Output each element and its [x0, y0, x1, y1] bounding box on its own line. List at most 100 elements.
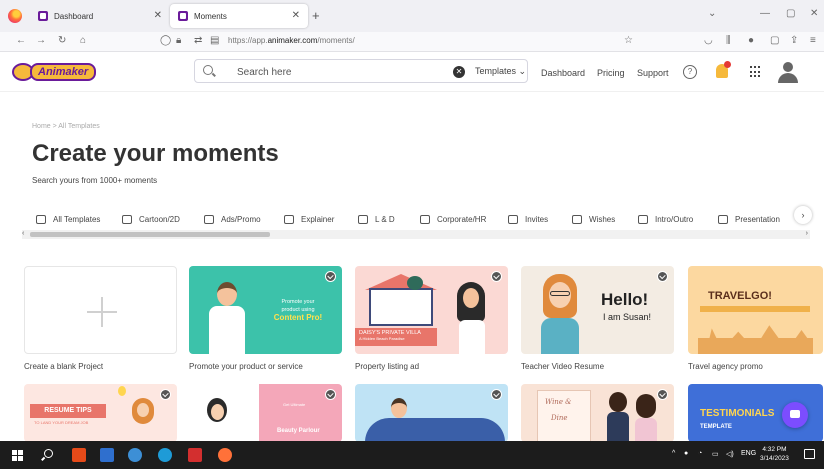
minimize-icon[interactable]: —	[760, 8, 770, 19]
clear-search-icon[interactable]: ✕	[453, 66, 465, 78]
windows-start-icon[interactable]	[12, 450, 23, 461]
share-icon[interactable]: ⇪	[790, 35, 798, 46]
thumb-title: RESUME TIPS	[30, 404, 106, 418]
template-card-property[interactable]: DAISY'S PRIVATE VILLA A Hidden Beach Par…	[355, 266, 508, 354]
card-label: Teacher Video Resume	[521, 362, 605, 371]
agent-illustration	[457, 282, 487, 354]
thumb-name-text: I am Susan!	[603, 312, 652, 322]
animaker-logo[interactable]: Animaker	[12, 62, 97, 82]
edge-browser-icon[interactable]	[128, 448, 142, 462]
tab-list-chevron-icon[interactable]: ⌄	[708, 8, 716, 19]
back-icon[interactable]: ←	[16, 35, 26, 46]
reader-icon[interactable]: ▤	[210, 35, 219, 46]
chip-intro-outro[interactable]: Intro/Outro	[638, 208, 693, 230]
reload-icon[interactable]: ↻	[58, 35, 66, 46]
instagram-icon	[638, 214, 648, 224]
url-field[interactable]: https://app.animaker.com/moments/	[228, 36, 355, 45]
close-window-icon[interactable]: ✕	[810, 8, 818, 19]
battery-icon[interactable]: ▭	[712, 450, 719, 458]
notification-bell-icon[interactable]	[716, 61, 731, 78]
firefox-taskbar-icon[interactable]	[218, 448, 232, 462]
bookmark-star-icon[interactable]: ☆	[624, 35, 633, 46]
chat-support-icon[interactable]	[782, 402, 808, 428]
menu-icon[interactable]: ≡	[810, 35, 816, 46]
select-check-icon[interactable]	[160, 389, 171, 400]
restore-icon[interactable]: ▢	[786, 8, 795, 19]
library-icon[interactable]: ⫼	[726, 35, 731, 46]
tab-close-icon[interactable]: ✕	[154, 10, 162, 21]
extensions-icon[interactable]: ▢	[770, 35, 779, 46]
tab-dashboard[interactable]: Dashboard ✕	[30, 4, 170, 28]
app-header: Animaker ✕ Templates ⌄ Dashboard Pricing…	[0, 52, 824, 92]
lock-icon[interactable]: 🔒︎	[176, 35, 181, 46]
network-icon[interactable]: ◔	[698, 450, 702, 457]
chip-l-and-d[interactable]: L & D	[358, 208, 395, 230]
search-input[interactable]	[237, 64, 437, 80]
woman-illustration	[132, 398, 154, 442]
forward-icon[interactable]: →	[36, 35, 46, 46]
thumb-hello-text: Hello!	[601, 290, 649, 309]
notification-center-icon[interactable]	[804, 449, 815, 459]
tray-app-icon[interactable]: ●	[684, 450, 688, 457]
nav-dashboard-link[interactable]: Dashboard	[541, 68, 585, 78]
template-card-resume-tips[interactable]: RESUME TIPS TO LAND YOUR DREAM JOB	[24, 384, 177, 442]
card-label: Travel agency promo	[688, 362, 763, 371]
help-icon[interactable]: ?	[683, 65, 697, 79]
scroll-right-icon[interactable]: ›	[806, 230, 808, 237]
logo-wordmark: Animaker	[30, 63, 97, 81]
select-check-icon[interactable]	[325, 389, 336, 400]
nav-support-link[interactable]: Support	[637, 68, 669, 78]
home-icon[interactable]: ⌂	[80, 35, 86, 46]
chip-presentation[interactable]: Presentation	[718, 208, 780, 230]
apps-grid-icon[interactable]	[750, 66, 762, 78]
pocket-icon[interactable]: ◡	[704, 35, 713, 46]
taskbar-clock[interactable]: 4:32 PM 3/14/2023	[760, 445, 789, 463]
template-card-teacher-resume[interactable]: Hello! I am Susan!	[521, 266, 674, 354]
language-indicator[interactable]: ENG	[741, 450, 756, 457]
select-check-icon[interactable]	[657, 389, 668, 400]
select-check-icon[interactable]	[491, 389, 502, 400]
graduation-icon	[358, 214, 368, 224]
browser-nav-bar: ← → ↻ ⌂ ◯ 🔒︎ ⇄ ▤ https://app.animaker.co…	[0, 32, 824, 52]
chip-cartoon-2d[interactable]: Cartoon/2D	[122, 208, 180, 230]
taskbar-search-icon[interactable]	[44, 449, 53, 458]
select-check-icon[interactable]	[325, 271, 336, 282]
tray-chevron-icon[interactable]: ^	[672, 450, 675, 457]
select-check-icon[interactable]	[657, 271, 668, 282]
breadcrumb[interactable]: Home > All Templates	[32, 123, 100, 130]
chip-invites[interactable]: Invites	[508, 208, 548, 230]
scrollbar-thumb[interactable]	[30, 232, 270, 237]
office-app-icon[interactable]	[72, 448, 86, 462]
chip-ads-promo[interactable]: Ads/Promo	[204, 208, 261, 230]
scroll-left-icon[interactable]: ‹	[22, 230, 24, 237]
chip-horizontal-scrollbar[interactable]: ‹ ›	[22, 230, 810, 239]
volume-icon[interactable]: ◁)	[726, 450, 734, 458]
chip-wishes[interactable]: Wishes	[572, 208, 615, 230]
permissions-icon[interactable]: ⇄	[194, 35, 202, 46]
search-bar[interactable]: ✕ Templates ⌄	[194, 59, 528, 83]
user-avatar[interactable]	[778, 62, 798, 84]
chips-next-arrow-icon[interactable]: ›	[794, 206, 812, 224]
template-card-promote[interactable]: Promote your product using Content Pro!	[189, 266, 342, 354]
blank-project-card[interactable]	[24, 266, 177, 354]
chip-corporate-hr[interactable]: Corporate/HR	[420, 208, 486, 230]
template-card-car[interactable]	[355, 384, 508, 442]
nav-pricing-link[interactable]: Pricing	[597, 68, 625, 78]
chip-all-templates[interactable]: All Templates	[36, 208, 100, 230]
tab-moments[interactable]: Moments ✕	[170, 4, 308, 28]
template-card-wine-dine[interactable]: Wine & Dine	[521, 384, 674, 442]
new-tab-button[interactable]: +	[312, 8, 320, 23]
tab-close-icon[interactable]: ✕	[292, 10, 300, 21]
wps-app-icon[interactable]	[188, 448, 202, 462]
template-card-travel[interactable]: TRAVELGO!	[688, 266, 823, 354]
select-check-icon[interactable]	[491, 271, 502, 282]
template-card-beauty[interactable]: Get Ultimate Beauty Parlour	[189, 384, 342, 442]
page-subtitle: Search yours from 1000+ moments	[32, 176, 158, 185]
search-scope-dropdown[interactable]: Templates ⌄	[475, 66, 526, 77]
shield-icon[interactable]: ◯	[160, 35, 171, 46]
chip-explainer[interactable]: Explainer	[284, 208, 334, 230]
thumb-tagline-bar	[700, 306, 810, 312]
account-icon[interactable]: ●	[748, 35, 754, 46]
chrome-app-icon[interactable]	[158, 448, 172, 462]
file-explorer-icon[interactable]	[100, 448, 114, 462]
